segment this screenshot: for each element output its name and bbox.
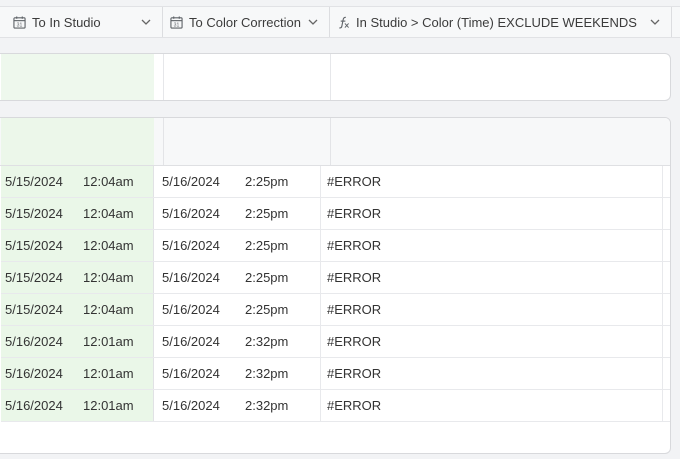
cell-to-in-studio[interactable]: 5/15/2024 12:04am <box>1 230 154 261</box>
formula-value: #ERROR <box>327 206 382 221</box>
cell-formula[interactable]: #ERROR <box>321 230 663 261</box>
formula-value: #ERROR <box>327 334 382 349</box>
time-value: 12:04am <box>83 174 134 189</box>
cell-to-color-correction[interactable]: 5/16/2024 2:25pm <box>154 166 321 197</box>
cell-to-in-studio[interactable]: 5/16/2024 12:01am <box>1 326 154 357</box>
date-column-tint <box>1 118 154 165</box>
time-value: 2:25pm <box>245 270 289 285</box>
column-divider <box>163 54 164 100</box>
date-value: 5/16/2024 <box>162 270 220 285</box>
cell-to-color-correction[interactable]: 5/16/2024 2:32pm <box>154 358 321 389</box>
date-value: 5/16/2024 <box>162 238 220 253</box>
date-value: 5/16/2024 <box>162 366 220 381</box>
column-header-to-in-studio[interactable]: 31 To In Studio <box>0 7 163 37</box>
table-row[interactable]: 5/15/2024 12:04am 5/16/2024 2:25pm #ERROR <box>1 262 670 294</box>
date-value: 5/15/2024 <box>5 270 63 285</box>
date-value: 5/16/2024 <box>162 398 220 413</box>
table-row[interactable]: 5/15/2024 12:04am 5/16/2024 2:25pm #ERROR <box>1 294 670 326</box>
time-value: 2:25pm <box>245 206 289 221</box>
svg-text:31: 31 <box>174 22 180 28</box>
time-value: 12:04am <box>83 206 134 221</box>
column-label: To In Studio <box>32 14 101 30</box>
time-value: 2:32pm <box>245 334 289 349</box>
date-value: 5/15/2024 <box>5 238 63 253</box>
cell-to-in-studio[interactable]: 5/15/2024 12:04am <box>1 294 154 325</box>
cell-formula[interactable]: #ERROR <box>321 390 663 421</box>
formula-value: #ERROR <box>327 238 382 253</box>
column-header-to-color-correction[interactable]: 31 To Color Correction <box>163 7 330 37</box>
cell-to-color-correction[interactable]: 5/16/2024 2:25pm <box>154 230 321 261</box>
table-row[interactable]: 5/16/2024 12:01am 5/16/2024 2:32pm #ERROR <box>1 326 670 358</box>
formula-value: #ERROR <box>327 302 382 317</box>
date-value: 5/16/2024 <box>5 366 63 381</box>
calendar-icon: 31 <box>13 15 26 28</box>
column-divider <box>330 118 331 165</box>
column-label: In Studio > Color (Time) EXCLUDE WEEKEND… <box>356 14 637 30</box>
cell-to-in-studio[interactable]: 5/15/2024 12:04am <box>1 262 154 293</box>
date-value: 5/16/2024 <box>5 398 63 413</box>
date-value: 5/16/2024 <box>162 174 220 189</box>
time-value: 12:04am <box>83 238 134 253</box>
cell-to-in-studio[interactable]: 5/16/2024 12:01am <box>1 358 154 389</box>
table-row[interactable]: 5/15/2024 12:04am 5/16/2024 2:25pm #ERROR <box>1 166 670 198</box>
cell-to-in-studio[interactable]: 5/16/2024 12:01am <box>1 390 154 421</box>
time-value: 12:01am <box>83 334 134 349</box>
date-value: 5/15/2024 <box>5 206 63 221</box>
formula-icon <box>339 16 349 28</box>
time-value: 12:04am <box>83 270 134 285</box>
cell-formula[interactable]: #ERROR <box>321 262 663 293</box>
date-value: 5/15/2024 <box>5 302 63 317</box>
cell-formula[interactable]: #ERROR <box>321 294 663 325</box>
formula-value: #ERROR <box>327 398 382 413</box>
chevron-down-icon[interactable] <box>140 16 152 28</box>
time-value: 12:04am <box>83 302 134 317</box>
time-value: 2:32pm <box>245 398 289 413</box>
cell-to-in-studio[interactable]: 5/15/2024 12:04am <box>1 198 154 229</box>
date-value: 5/16/2024 <box>5 334 63 349</box>
date-value: 5/15/2024 <box>5 174 63 189</box>
cell-formula[interactable]: #ERROR <box>321 358 663 389</box>
table-row[interactable]: 5/16/2024 12:01am 5/16/2024 2:32pm #ERROR <box>1 358 670 390</box>
date-column-tint <box>1 54 154 100</box>
cell-to-color-correction[interactable]: 5/16/2024 2:32pm <box>154 326 321 357</box>
column-divider <box>330 54 331 100</box>
group-header[interactable] <box>0 118 670 166</box>
formula-value: #ERROR <box>327 174 382 189</box>
cell-to-color-correction[interactable]: 5/16/2024 2:32pm <box>154 390 321 421</box>
cell-formula[interactable]: #ERROR <box>321 166 663 197</box>
time-value: 2:25pm <box>245 302 289 317</box>
cell-formula[interactable]: #ERROR <box>321 326 663 357</box>
group-card: 5/15/2024 12:04am 5/16/2024 2:25pm #ERROR 5/1… <box>0 117 671 454</box>
table-row[interactable]: 5/16/2024 12:01am 5/16/2024 2:32pm #ERROR <box>1 390 670 422</box>
table-row[interactable]: 5/15/2024 12:04am 5/16/2024 2:25pm #ERROR <box>1 198 670 230</box>
column-header-row: 31 To In Studio 31 To Color Correction I… <box>0 6 680 38</box>
record-rows: 5/15/2024 12:04am 5/16/2024 2:25pm #ERROR 5/1… <box>1 166 670 422</box>
time-value: 2:25pm <box>245 238 289 253</box>
column-label: To Color Correction <box>189 14 301 30</box>
formula-value: #ERROR <box>327 366 382 381</box>
cell-to-in-studio[interactable]: 5/15/2024 12:04am <box>1 166 154 197</box>
chevron-down-icon[interactable] <box>307 16 319 28</box>
cell-formula[interactable]: #ERROR <box>321 198 663 229</box>
cell-to-color-correction[interactable]: 5/16/2024 2:25pm <box>154 294 321 325</box>
column-header-formula[interactable]: In Studio > Color (Time) EXCLUDE WEEKEND… <box>330 7 672 37</box>
column-divider <box>163 118 164 165</box>
time-value: 2:32pm <box>245 366 289 381</box>
cell-to-color-correction[interactable]: 5/16/2024 2:25pm <box>154 198 321 229</box>
group-header-collapsed[interactable] <box>0 53 671 101</box>
table-row[interactable]: 5/15/2024 12:04am 5/16/2024 2:25pm #ERROR <box>1 230 670 262</box>
column-header-next[interactable] <box>672 7 680 37</box>
calendar-icon: 31 <box>170 15 183 28</box>
date-value: 5/16/2024 <box>162 302 220 317</box>
date-value: 5/16/2024 <box>162 206 220 221</box>
cell-to-color-correction[interactable]: 5/16/2024 2:25pm <box>154 262 321 293</box>
time-value: 2:25pm <box>245 174 289 189</box>
svg-text:31: 31 <box>17 22 23 28</box>
time-value: 12:01am <box>83 366 134 381</box>
group-footer <box>0 422 670 453</box>
date-value: 5/16/2024 <box>162 334 220 349</box>
time-value: 12:01am <box>83 398 134 413</box>
chevron-down-icon[interactable] <box>649 16 661 28</box>
formula-value: #ERROR <box>327 270 382 285</box>
